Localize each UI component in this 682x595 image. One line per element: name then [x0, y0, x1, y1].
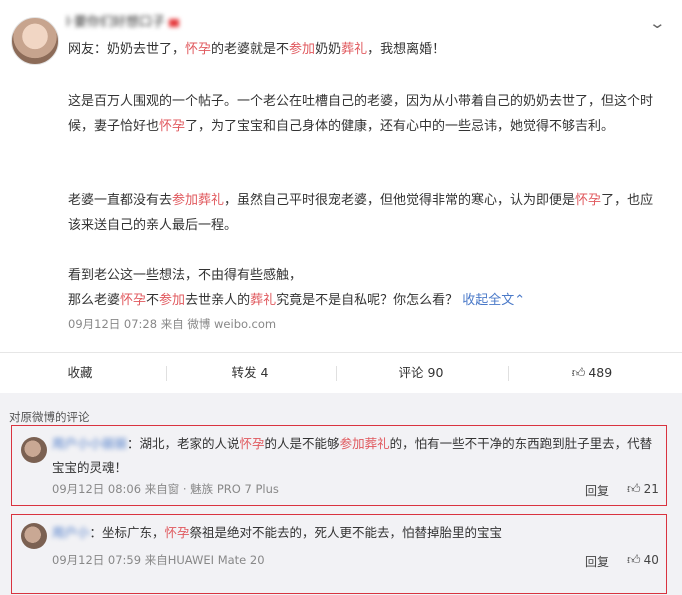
comment-button[interactable]: 评论 90 — [340, 353, 502, 393]
comment-item-1: 用户小小丽丽：湖北，老家的人说怀孕的人是不能够参加葬礼的，怕有一些不干净的东西跑… — [11, 425, 667, 506]
text-segment: 那么老婆 — [68, 293, 121, 308]
text-segment: 的人是不能够 — [264, 436, 340, 451]
highlighted-keyword: 怀孕 — [575, 193, 602, 208]
vip-badge — [168, 18, 179, 27]
thumbs-up-icon: 👍︎ — [627, 482, 641, 497]
highlighted-keyword: 参加葬礼 — [339, 436, 390, 451]
divider — [336, 366, 337, 381]
thumbs-up-icon: 👍︎ — [571, 366, 586, 381]
comment-like-button[interactable]: 👍︎ 21 — [627, 482, 659, 497]
text-segment: 老婆一直都没有去 — [68, 193, 173, 208]
commenter-avatar[interactable] — [21, 523, 47, 549]
reply-button[interactable]: 回复 — [585, 553, 609, 570]
text-segment: 了，为了宝宝和自己身体的健康，还有心中的一些忌讳，她觉得不够吉利。 — [185, 119, 615, 134]
comment-meta: 09月12日 07:59 来自HUAWEI Mate 20 — [52, 553, 265, 567]
favorite-button[interactable]: 收藏 — [0, 353, 160, 393]
comments-section: 对原微博的评论 用户小小丽丽：湖北，老家的人说怀孕的人是不能够参加葬礼的，怕有一… — [0, 393, 682, 595]
highlighted-keyword: 怀孕 — [120, 293, 147, 308]
text-segment: ：坐标广东， — [89, 525, 165, 540]
repost-button[interactable]: 转发 4 — [170, 353, 330, 393]
text-segment: 究竟是不是自私呢？你怎么看？ — [276, 293, 463, 308]
thumbs-up-icon: 👍︎ — [627, 553, 641, 568]
highlighted-keyword: 怀孕 — [185, 42, 212, 57]
post-paragraph-3: 看到老公这一些想法，不由得有些感触， 那么老婆怀孕不参加去世亲人的葬礼究竟是不是… — [68, 263, 658, 313]
comment-like-button[interactable]: 👍︎ 40 — [627, 553, 659, 568]
text-segment: ，我想离婚！ — [367, 42, 446, 57]
text-segment: 的老婆就是不 — [211, 42, 290, 57]
text-segment: 不 — [146, 293, 160, 308]
post-actions-bar: 收藏 转发 4 评论 90 👍︎ 489 — [0, 352, 682, 394]
text-segment: 祭祖是绝对不能去的，死人更不能去，怕替掉胎里的宝宝 — [189, 525, 503, 540]
highlighted-keyword: 参加 — [289, 42, 316, 57]
post-paragraph-2: 老婆一直都没有去参加葬礼，虽然自己平时很宠老婆，但他觉得非常的寒心，认为即便是怀… — [68, 188, 658, 238]
comment-item-2: 用户小：坐标广东，怀孕祭祖是绝对不能去的，死人更不能去，怕替掉胎里的宝宝 09月… — [11, 514, 667, 594]
divider — [508, 366, 509, 381]
commenter-name[interactable]: 用户小 — [52, 525, 90, 540]
author-name[interactable]: I·要你们好想口子 — [66, 11, 179, 30]
post-paragraph-1: 这是百万人围观的一个帖子。一个老公在吐槽自己的老婆，因为从小带着自己的奶奶去世了… — [68, 89, 658, 139]
post-meta: 09月12日 07:28 来自 微博 weibo.com — [68, 317, 277, 331]
comments-title: 对原微博的评论 — [9, 410, 90, 424]
post-headline: 网友：奶奶去世了，怀孕的老婆就是不参加奶奶葬礼，我想离婚！ — [68, 37, 658, 62]
comment-text: 用户小小丽丽：湖北，老家的人说怀孕的人是不能够参加葬礼的，怕有一些不干净的东西跑… — [52, 432, 654, 480]
text-segment: 网友：奶奶去世了， — [68, 42, 186, 57]
highlighted-keyword: 参加葬礼 — [172, 193, 225, 208]
reply-button[interactable]: 回复 — [585, 482, 609, 499]
author-avatar[interactable] — [11, 17, 59, 65]
post-paragraph-3-line-1: 看到老公这一些想法，不由得有些感触， — [68, 268, 303, 283]
commenter-avatar[interactable] — [21, 437, 47, 463]
chevron-up-icon: ⌃ — [514, 293, 526, 308]
text-segment: ：湖北，老家的人说 — [127, 436, 240, 451]
like-button[interactable]: 👍︎ 489 — [512, 353, 672, 393]
text-segment: 奶奶 — [315, 42, 342, 57]
weibo-post: I·要你们好想口子 ⌄ 网友：奶奶去世了，怀孕的老婆就是不参加奶奶葬礼，我想离婚… — [0, 0, 682, 352]
highlighted-keyword: 怀孕 — [159, 119, 186, 134]
highlighted-keyword: 参加 — [159, 293, 186, 308]
post-paragraph-3-line-2: 那么老婆怀孕不参加去世亲人的葬礼究竟是不是自私呢？你怎么看？ 收起全文⌃ — [68, 288, 658, 313]
highlighted-keyword: 怀孕 — [239, 436, 265, 451]
highlighted-keyword: 葬礼 — [250, 293, 277, 308]
divider — [166, 366, 167, 381]
text-segment: 去世亲人的 — [185, 293, 251, 308]
chevron-down-icon[interactable]: ⌄ — [649, 14, 667, 32]
text-segment: ，虽然自己平时很宠老婆，但他觉得非常的寒心，认为即便是 — [224, 193, 576, 208]
comment-text: 用户小：坐标广东，怀孕祭祖是绝对不能去的，死人更不能去，怕替掉胎里的宝宝 — [52, 521, 654, 545]
highlighted-keyword: 葬礼 — [341, 42, 368, 57]
comment-meta: 09月12日 08:06 来自窗 · 魅族 PRO 7 Plus — [52, 482, 279, 496]
collapse-fulltext-link[interactable]: 收起全文⌃ — [462, 293, 525, 308]
highlighted-keyword: 怀孕 — [164, 525, 190, 540]
commenter-name[interactable]: 用户小小丽丽 — [52, 436, 127, 451]
